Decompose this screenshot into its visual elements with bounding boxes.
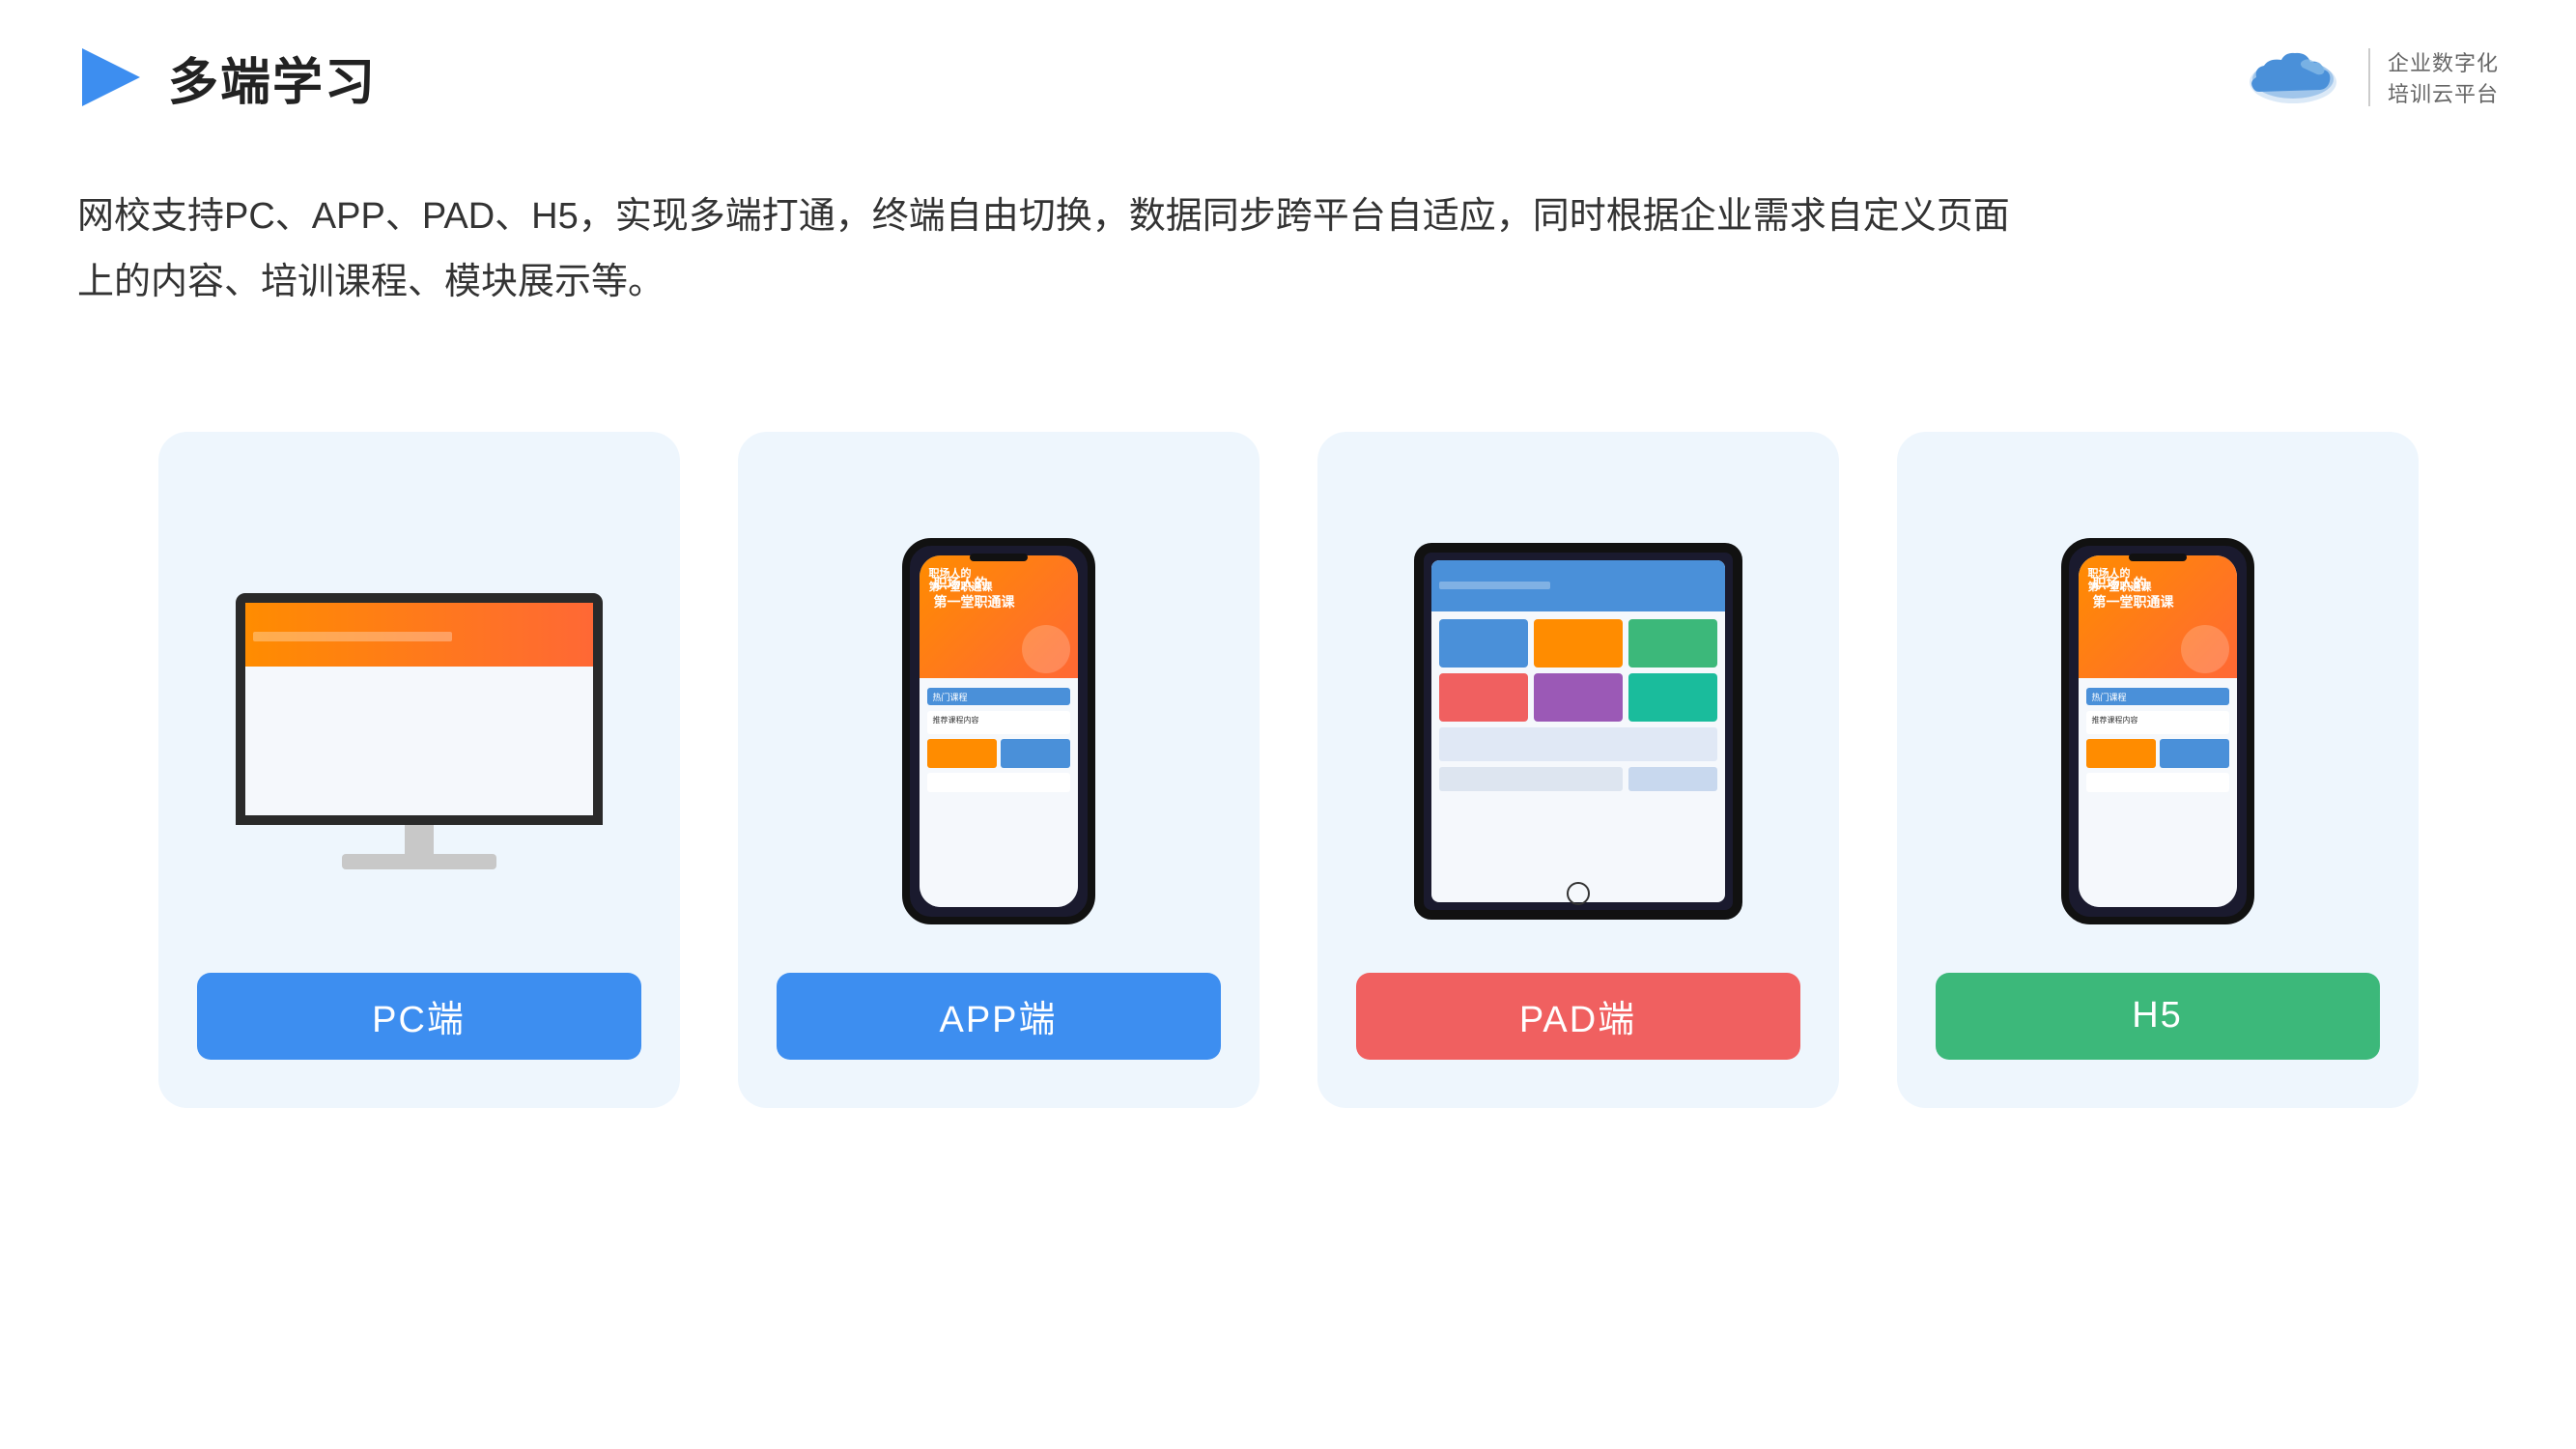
play-icon: [77, 43, 145, 111]
app-device-image: 职场人的第一堂职通课 热门课程 推荐课程内容: [777, 490, 1221, 973]
brand-logo: 企业数字化 培训云平台: [2235, 39, 2499, 116]
pad-block-4: [1439, 673, 1528, 722]
description-line1: 网校支持PC、APP、PAD、H5，实现多端打通，终端自由切换，数据同步跨平台自…: [77, 184, 2337, 249]
pad-block-5: [1534, 673, 1623, 722]
brand-tagline1: 企业数字化: [2388, 46, 2499, 77]
app-phone-bottom: 热门课程 推荐课程内容: [920, 678, 1078, 907]
h5-device-image: 职场人的第一堂职通课 热门课程 推荐课程内容: [1936, 490, 2380, 973]
monitor-base: [342, 854, 496, 869]
monitor-device: [226, 593, 612, 869]
app-phone-top: 职场人的第一堂职通课: [920, 555, 1078, 678]
pc-button[interactable]: PC端: [197, 973, 641, 1060]
pad-tablet-body: [1431, 611, 1725, 799]
pad-device-image: [1356, 490, 1800, 973]
h5-phone-screen: 职场人的第一堂职通课 热门课程 推荐课程内容: [2079, 555, 2237, 907]
app-phone-device: 职场人的第一堂职通课 热门课程 推荐课程内容: [902, 538, 1095, 924]
pc-device-image: [197, 490, 641, 973]
pad-tablet-device: [1414, 543, 1742, 920]
header-left: 多端学习: [77, 42, 377, 114]
page-header: 多端学习 企业数字化 培训云平台: [0, 0, 2576, 155]
pad-tablet-header: [1431, 560, 1725, 611]
brand-cloud-icon: [2235, 39, 2351, 116]
brand-text-block: 企业数字化 培训云平台: [2388, 46, 2499, 108]
brand-divider: [2368, 48, 2370, 106]
pad-card: PAD端: [1317, 432, 1839, 1108]
page-title: 多端学习: [168, 42, 377, 114]
pad-block-3: [1628, 619, 1717, 668]
h5-phone-top: 职场人的第一堂职通课: [2079, 555, 2237, 678]
pad-button[interactable]: PAD端: [1356, 973, 1800, 1060]
pad-block-6: [1628, 673, 1717, 722]
brand-tagline2: 培训云平台: [2388, 77, 2499, 108]
pc-card: PC端: [158, 432, 680, 1108]
pad-block-2: [1534, 619, 1623, 668]
h5-button[interactable]: H5: [1936, 973, 2380, 1060]
app-button[interactable]: APP端: [777, 973, 1221, 1060]
description-line2: 上的内容、培训课程、模块展示等。: [77, 249, 2337, 315]
app-phone-screen: 职场人的第一堂职通课 热门课程 推荐课程内容: [920, 555, 1078, 907]
h5-card: 职场人的第一堂职通课 热门课程 推荐课程内容: [1897, 432, 2419, 1108]
monitor-screen: [236, 593, 603, 825]
h5-phone-bottom: 热门课程 推荐课程内容: [2079, 678, 2237, 907]
monitor-neck: [405, 825, 434, 854]
app-card: 职场人的第一堂职通课 热门课程 推荐课程内容: [738, 432, 1260, 1108]
pad-block-1: [1439, 619, 1528, 668]
device-cards-container: PC端 职场人的第一堂职通课 热门课程 推荐课程内容: [0, 316, 2576, 1108]
h5-phone-device: 职场人的第一堂职通课 热门课程 推荐课程内容: [2061, 538, 2254, 924]
description-block: 网校支持PC、APP、PAD、H5，实现多端打通，终端自由切换，数据同步跨平台自…: [0, 155, 2415, 316]
pad-tablet-screen: [1431, 560, 1725, 902]
monitor-screen-content: [245, 603, 593, 815]
